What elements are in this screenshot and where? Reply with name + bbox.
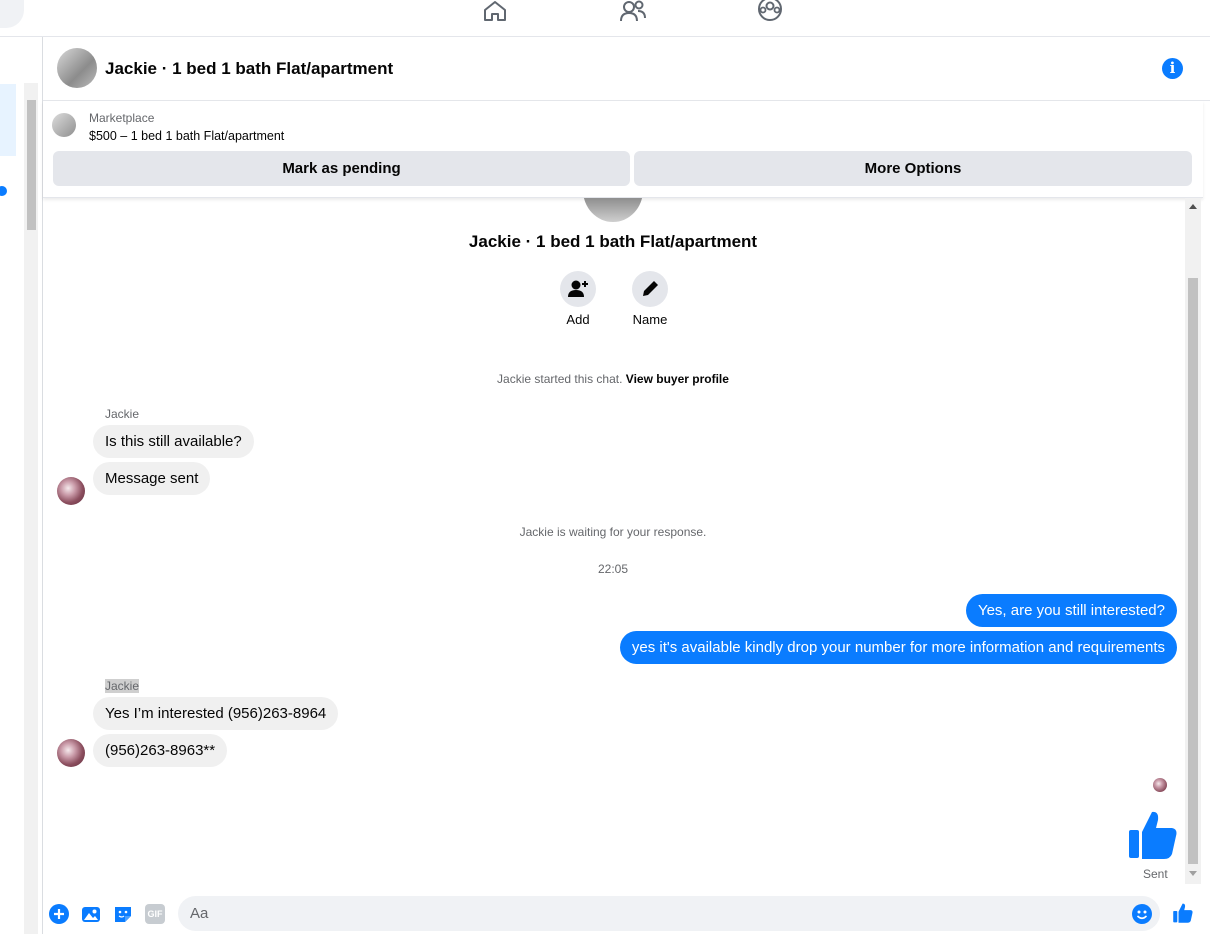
waiting-notice: Jackie is waiting for your response.	[519, 525, 707, 539]
thread-scrollbar[interactable]	[1185, 198, 1201, 884]
like-icon[interactable]	[1128, 808, 1178, 862]
mark-pending-button[interactable]: Mark as pending	[53, 151, 630, 186]
add-person-icon	[568, 280, 588, 297]
unread-dot	[0, 186, 7, 196]
add-person-button[interactable]	[560, 271, 596, 307]
scroll-up-arrow[interactable]	[1189, 204, 1197, 209]
message-thread: Jackie · 1 bed 1 bath Flat/apartment Add…	[43, 198, 1183, 888]
image-icon[interactable]	[81, 904, 101, 924]
add-label: Add	[566, 312, 590, 327]
message-composer: GIF	[43, 888, 1210, 934]
nav-menu-button[interactable]	[0, 0, 24, 28]
listing-thumbnail[interactable]	[52, 113, 76, 137]
friends-icon[interactable]	[620, 0, 646, 22]
home-icon[interactable]	[482, 0, 508, 22]
incoming-message[interactable]: (956)263-8963**	[93, 734, 228, 767]
left-sidebar	[0, 37, 43, 934]
incoming-message[interactable]: Is this still available?	[93, 425, 254, 458]
groups-icon[interactable]	[757, 0, 783, 22]
chat-started-text: Jackie started this chat.	[497, 372, 623, 386]
edit-name-button[interactable]	[632, 271, 668, 307]
chat-started-notice: Jackie started this chat. View buyer pro…	[43, 372, 1183, 386]
sidebar-scrollbar-thumb[interactable]	[27, 100, 36, 230]
conversation-header: Jackie · 1 bed 1 bath Flat/apartment i	[43, 37, 1210, 101]
send-like-icon[interactable]	[1172, 902, 1194, 924]
message-input[interactable]	[178, 896, 1160, 931]
message-timestamp: 22:05	[597, 562, 629, 576]
marketplace-label: Marketplace	[89, 111, 155, 125]
view-buyer-profile-link[interactable]: View buyer profile	[626, 372, 729, 386]
sender-name: Jackie	[105, 407, 140, 421]
conversation-avatar[interactable]	[57, 48, 97, 88]
conversation-title[interactable]: Jackie · 1 bed 1 bath Flat/apartment	[105, 59, 393, 79]
more-options-button[interactable]: More Options	[634, 151, 1192, 186]
outgoing-message[interactable]: yes it's available kindly drop your numb…	[619, 631, 1177, 664]
scroll-down-arrow[interactable]	[1189, 871, 1197, 876]
seen-receipt-avatar	[1153, 778, 1167, 792]
sender-avatar[interactable]	[57, 477, 85, 505]
top-navigation	[0, 0, 1210, 37]
name-label: Name	[632, 312, 668, 327]
sender-name: Jackie	[105, 679, 140, 693]
thread-scrollbar-thumb[interactable]	[1188, 278, 1198, 864]
outgoing-message[interactable]: Yes, are you still interested?	[965, 594, 1177, 627]
sender-avatar[interactable]	[57, 739, 85, 767]
gif-icon[interactable]: GIF	[145, 904, 165, 924]
thread-avatar	[583, 198, 643, 222]
info-icon[interactable]: i	[1162, 58, 1183, 79]
sticker-icon[interactable]	[113, 904, 133, 924]
listing-title[interactable]: $500 – 1 bed 1 bath Flat/apartment	[89, 129, 284, 143]
thread-title: Jackie · 1 bed 1 bath Flat/apartment	[468, 232, 758, 251]
selected-conversation-highlight[interactable]	[0, 84, 16, 156]
incoming-message[interactable]: Message sent	[93, 462, 211, 495]
sent-status: Sent	[1143, 867, 1168, 881]
pencil-icon	[643, 281, 658, 296]
emoji-icon[interactable]	[1132, 904, 1152, 924]
incoming-message[interactable]: Yes I’m interested (956)263-8964	[93, 697, 339, 730]
plus-icon[interactable]	[49, 904, 69, 924]
marketplace-listing-bar: Marketplace $500 – 1 bed 1 bath Flat/apa…	[43, 101, 1203, 198]
